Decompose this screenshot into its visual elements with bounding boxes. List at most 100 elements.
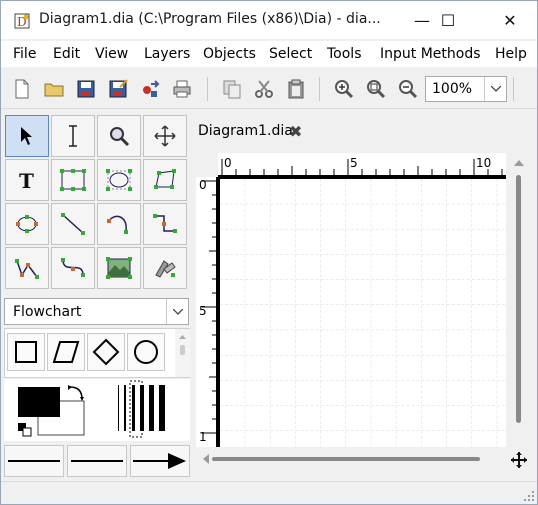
canvas-vertical-scrollbar[interactable]	[508, 153, 530, 447]
title-bar: D Diagram1.dia (C:\Program Files (x86)\D…	[1, 1, 537, 39]
maximize-button[interactable]: ☐	[425, 1, 471, 39]
polygon-icon	[154, 169, 176, 189]
new-file-icon[interactable]	[11, 78, 33, 100]
text-edit-tool[interactable]	[51, 115, 95, 157]
polygon-tool[interactable]	[143, 159, 187, 201]
horizontal-scroll-thumb[interactable]	[212, 457, 480, 461]
status-bar	[1, 481, 537, 504]
scroll-tool[interactable]	[143, 115, 187, 157]
horizontal-ruler-ticks	[218, 159, 506, 177]
diamond-icon	[92, 338, 120, 366]
parallelogram-icon	[52, 341, 80, 363]
zoom-combobox[interactable]: 100%	[425, 76, 507, 102]
chevron-down-icon	[490, 86, 501, 92]
zoom-fit-icon[interactable]	[365, 78, 387, 100]
copy-icon[interactable]	[221, 78, 243, 100]
image-tool[interactable]	[97, 247, 141, 289]
arc-tool[interactable]	[97, 203, 141, 245]
bezierline-tool[interactable]	[51, 247, 95, 289]
text-tool[interactable]: T	[5, 159, 49, 201]
end-arrow-selector[interactable]	[130, 445, 190, 477]
open-folder-icon[interactable]	[43, 78, 65, 100]
horizontal-ruler: 0 5 10	[218, 153, 506, 177]
menu-help[interactable]: Help	[495, 46, 527, 62]
cut-icon[interactable]	[253, 78, 275, 100]
toolbar-separator	[513, 77, 514, 101]
menu-objects[interactable]: Objects	[203, 46, 256, 62]
square-icon	[15, 341, 37, 363]
beziergon-tool[interactable]	[5, 203, 49, 245]
flowchart-box-shape[interactable]	[7, 333, 45, 371]
main-toolbar: 100%	[1, 69, 537, 109]
export-icon[interactable]	[139, 78, 161, 100]
ellipse-tool[interactable]	[97, 159, 141, 201]
ruler-label-v5: 5	[199, 304, 207, 318]
flowchart-diamond-shape[interactable]	[87, 333, 125, 371]
menu-view[interactable]: View	[95, 46, 128, 62]
polyline-tool[interactable]	[5, 247, 49, 289]
close-button[interactable]: ✕	[487, 1, 533, 39]
sheet-shapes-panel	[4, 328, 190, 378]
zoom-out-icon[interactable]	[397, 78, 419, 100]
sheet-selector[interactable]: Flowchart	[4, 298, 189, 325]
ruler-label-v10: 1	[199, 430, 207, 444]
tab-label: Diagram1.dia	[198, 123, 293, 139]
menu-bar: File Edit View Layers Objects Select Too…	[1, 41, 537, 67]
line-icon	[61, 213, 85, 235]
start-arrow-selector[interactable]	[4, 445, 64, 477]
vertical-scroll-thumb[interactable]	[516, 175, 521, 423]
fg-bg-color-swatches[interactable]	[4, 379, 190, 441]
menu-input-methods[interactable]: Input Methods	[380, 46, 481, 62]
tab-close-button[interactable]: ✖	[289, 122, 302, 141]
text-t-icon: T	[19, 169, 34, 191]
canvas-horizontal-scrollbar[interactable]	[196, 451, 508, 467]
pointer-icon	[21, 127, 32, 145]
line-plain-icon	[71, 460, 123, 462]
drawing-canvas[interactable]	[218, 177, 506, 447]
pointer-tool[interactable]	[5, 115, 49, 157]
flowchart-parallelogram-shape[interactable]	[47, 333, 85, 371]
print-icon[interactable]	[171, 78, 193, 100]
box-icon	[60, 169, 86, 191]
menu-tools[interactable]: Tools	[327, 46, 362, 62]
menu-file[interactable]: File	[13, 46, 36, 62]
navigation-move-icon[interactable]	[510, 451, 528, 469]
line-tool[interactable]	[51, 203, 95, 245]
ruler-label-5: 5	[350, 156, 358, 170]
ruler-label-v0: 0	[199, 178, 207, 192]
zigzag-tool[interactable]	[143, 203, 187, 245]
shapes-scrollbar[interactable]	[175, 329, 190, 377]
paste-icon[interactable]	[285, 78, 307, 100]
zoom-dropdown-button[interactable]	[484, 77, 506, 101]
toolbar-separator	[319, 77, 320, 101]
save-as-icon[interactable]	[107, 78, 129, 100]
line-width-icon	[118, 380, 165, 438]
color-selector-area	[4, 379, 190, 441]
image-icon	[106, 257, 132, 279]
sheet-dropdown-button[interactable]	[166, 299, 188, 324]
polyline-icon	[15, 259, 39, 279]
outline-tool[interactable]	[143, 247, 187, 289]
line-style-selector[interactable]	[67, 445, 127, 477]
circle-icon	[134, 340, 158, 364]
menu-select[interactable]: Select	[269, 46, 312, 62]
line-style-area	[4, 443, 190, 477]
dia-app-icon: D	[14, 13, 30, 29]
scroll-up-arrow-icon	[179, 335, 186, 355]
magnify-tool[interactable]	[97, 115, 141, 157]
resize-grip-icon[interactable]	[523, 490, 535, 502]
flowchart-ellipse-shape[interactable]	[127, 333, 165, 371]
tab-diagram1[interactable]: Diagram1.dia ✖	[193, 119, 317, 145]
magnify-icon	[110, 127, 130, 147]
zoom-in-icon[interactable]	[333, 78, 355, 100]
ruler-label-10: 10	[476, 156, 492, 170]
toolbox: T	[3, 113, 191, 291]
scroll-up-arrow-icon	[514, 160, 524, 166]
text-cursor-icon	[69, 125, 77, 147]
menu-layers[interactable]: Layers	[144, 46, 190, 62]
vertical-ruler: 0 5 1	[196, 177, 218, 447]
menu-edit[interactable]: Edit	[53, 46, 80, 62]
svg-text:T: T	[19, 169, 34, 191]
box-tool[interactable]	[51, 159, 95, 201]
save-icon[interactable]	[75, 78, 97, 100]
